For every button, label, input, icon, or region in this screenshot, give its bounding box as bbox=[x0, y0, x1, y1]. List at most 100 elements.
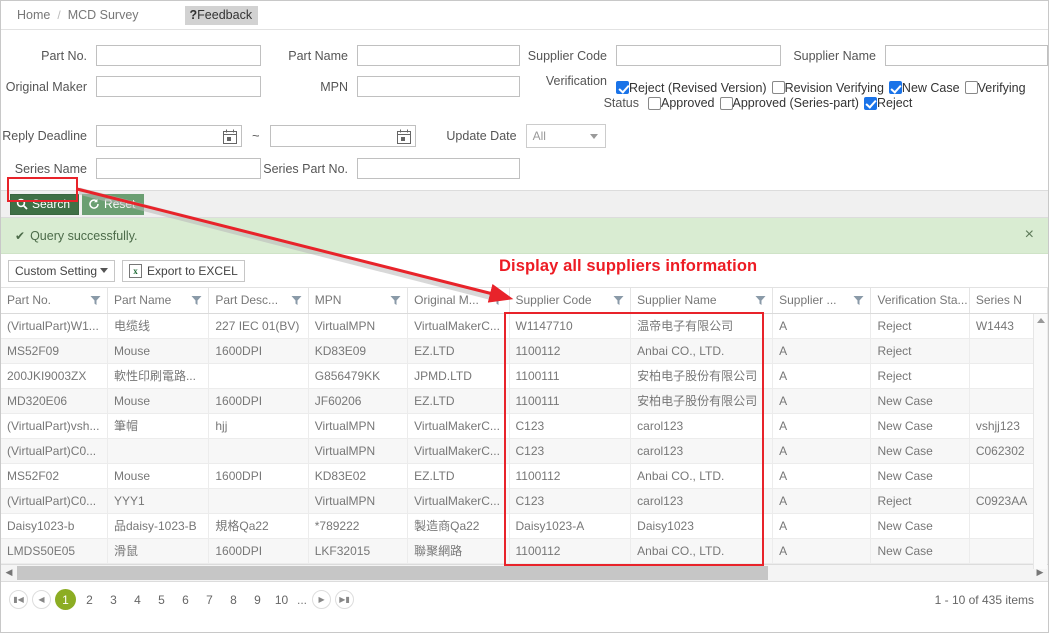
table-row[interactable]: (VirtualPart)vsh... 筆帽 hjj VirtualMPN Vi… bbox=[1, 413, 1049, 439]
pager-page-8[interactable]: 8 bbox=[223, 589, 244, 610]
filter-icon[interactable] bbox=[90, 295, 101, 306]
filter-icon[interactable] bbox=[390, 295, 401, 306]
column-header-original-maker[interactable]: Original M... bbox=[407, 288, 510, 314]
cell-part-no[interactable]: Daisy1023-b bbox=[1, 513, 108, 539]
filter-icon[interactable] bbox=[191, 295, 202, 306]
grid-horizontal-scrollbar[interactable]: ◀ ▶ bbox=[1, 563, 1048, 582]
close-icon[interactable]: × bbox=[1025, 227, 1034, 243]
column-header-supplier-name[interactable]: Supplier Name bbox=[630, 288, 774, 314]
reply-deadline-from-input[interactable] bbox=[96, 124, 242, 147]
checkbox-label-revision-verifying: Revision Verifying bbox=[784, 80, 884, 95]
scroll-left-icon[interactable]: ◀ bbox=[1, 567, 17, 578]
cell-part-no[interactable]: MS52F09 bbox=[1, 338, 108, 364]
pager-page-10[interactable]: 10 bbox=[271, 589, 292, 610]
pager-page-2[interactable]: 2 bbox=[79, 589, 100, 610]
breadcrumb-home[interactable]: Home bbox=[17, 8, 50, 22]
table-row[interactable]: Daisy1023-b 品daisy-1023-B 規格Qa22 *789222… bbox=[1, 513, 1049, 539]
update-date-select[interactable]: All bbox=[525, 123, 606, 148]
table-row[interactable]: LMDS50E05 滑鼠 1600DPI LKF32015 聯聚網路 11001… bbox=[1, 538, 1049, 564]
export-to-excel-button[interactable]: x Export to EXCEL bbox=[122, 259, 245, 282]
cell-original-maker: EZ.LTD bbox=[407, 463, 510, 489]
cell-original-maker: JPMD.LTD bbox=[407, 363, 510, 389]
action-button-bar: Search Reset bbox=[1, 190, 1048, 218]
reply-deadline-to-input[interactable] bbox=[269, 124, 416, 147]
form-row-1: Part No. Part Name Supplier Code Supplie… bbox=[1, 40, 1048, 71]
pager-last-button[interactable]: ▶▮ bbox=[335, 590, 355, 609]
column-header-part-name[interactable]: Part Name bbox=[107, 288, 210, 314]
filter-icon[interactable] bbox=[492, 295, 503, 306]
filter-icon[interactable] bbox=[613, 295, 624, 306]
pager-page-4[interactable]: 4 bbox=[127, 589, 148, 610]
table-row[interactable]: MS52F09 Mouse 1600DPI KD83E09 EZ.LTD 110… bbox=[1, 338, 1049, 364]
table-row[interactable]: MS52F02 Mouse 1600DPI KD83E02 EZ.LTD 110… bbox=[1, 463, 1049, 489]
filter-icon[interactable] bbox=[291, 295, 302, 306]
cell-part-no[interactable]: LMDS50E05 bbox=[1, 538, 108, 564]
cell-part-name: YYY1 bbox=[107, 488, 210, 514]
table-row[interactable]: 200JKI9003ZX 軟性印刷電路... G856479KK JPMD.LT… bbox=[1, 363, 1049, 389]
part-name-input[interactable] bbox=[357, 45, 520, 66]
series-name-input[interactable] bbox=[96, 158, 261, 179]
column-header-verification-status[interactable]: Verification Sta... bbox=[870, 288, 970, 314]
feedback-button[interactable]: ?Feedback bbox=[184, 5, 259, 25]
breadcrumb-separator: / bbox=[57, 8, 61, 22]
cell-part-no[interactable]: (VirtualPart)vsh... bbox=[1, 413, 108, 439]
column-header-supplier-extra[interactable]: Supplier ... bbox=[772, 288, 872, 314]
pager-page-7[interactable]: 7 bbox=[199, 589, 220, 610]
pager-page-5[interactable]: 5 bbox=[151, 589, 172, 610]
cell-supplier-code: C123 bbox=[509, 413, 632, 439]
column-label: Supplier Code bbox=[515, 293, 592, 308]
hscroll-thumb[interactable] bbox=[17, 565, 769, 580]
cell-part-no[interactable]: (VirtualPart)C0... bbox=[1, 488, 108, 514]
cell-part-no[interactable]: (VirtualPart)C0... bbox=[1, 438, 108, 464]
calendar-icon bbox=[223, 129, 237, 144]
supplier-code-input[interactable] bbox=[616, 45, 781, 66]
hscroll-track[interactable] bbox=[17, 565, 1032, 580]
checkbox-new-case[interactable] bbox=[888, 81, 902, 94]
cell-part-no[interactable]: (VirtualPart)W1... bbox=[1, 313, 108, 339]
filter-icon[interactable] bbox=[755, 295, 766, 306]
cell-part-desc: 1600DPI bbox=[208, 538, 309, 564]
scroll-up-icon[interactable] bbox=[1037, 318, 1045, 323]
search-icon bbox=[16, 198, 28, 210]
success-message-bar: ✔ Query successfully. × bbox=[1, 218, 1048, 254]
checkbox-reject[interactable] bbox=[863, 96, 877, 110]
column-header-part-desc[interactable]: Part Desc... bbox=[208, 288, 309, 314]
grid-vertical-scrollbar[interactable] bbox=[1033, 314, 1047, 569]
cell-part-name: Mouse bbox=[107, 388, 210, 414]
pager-page-9[interactable]: 9 bbox=[247, 589, 268, 610]
annotation-display-all-suppliers: Display all suppliers information bbox=[499, 257, 758, 275]
cell-part-no[interactable]: MD320E06 bbox=[1, 388, 108, 414]
cell-part-no[interactable]: MS52F02 bbox=[1, 463, 108, 489]
checkbox-approved-series-part[interactable] bbox=[719, 96, 733, 110]
cell-verification-status: Reject bbox=[870, 338, 970, 364]
pager-page-1[interactable]: 1 bbox=[55, 589, 76, 610]
series-part-no-input[interactable] bbox=[357, 158, 520, 179]
search-button[interactable]: Search bbox=[10, 193, 80, 215]
checkbox-verifying[interactable] bbox=[964, 81, 978, 94]
column-header-supplier-code[interactable]: Supplier Code bbox=[509, 288, 632, 314]
custom-setting-button[interactable]: Custom Setting bbox=[8, 259, 116, 282]
table-row[interactable]: (VirtualPart)C0... VirtualMPN VirtualMak… bbox=[1, 438, 1049, 464]
checkbox-revision-verifying[interactable] bbox=[771, 81, 785, 94]
column-header-series-name[interactable]: Series N bbox=[969, 288, 1049, 314]
column-header-mpn[interactable]: MPN bbox=[308, 288, 409, 314]
mpn-input[interactable] bbox=[357, 76, 520, 97]
pager-next-button[interactable]: ▶ bbox=[312, 590, 332, 609]
table-row[interactable]: MD320E06 Mouse 1600DPI JF60206 EZ.LTD 11… bbox=[1, 388, 1049, 414]
checkbox-approved[interactable] bbox=[648, 96, 661, 110]
checkbox-reject-revised-version[interactable] bbox=[616, 81, 629, 94]
table-row[interactable]: (VirtualPart)W1... 电缆线 227 IEC 01(BV) Vi… bbox=[1, 313, 1049, 339]
pager-prev-button[interactable]: ◀ bbox=[32, 590, 51, 609]
supplier-name-input[interactable] bbox=[885, 45, 1048, 66]
reset-button[interactable]: Reset bbox=[82, 193, 145, 215]
cell-part-no[interactable]: 200JKI9003ZX bbox=[1, 363, 108, 389]
pager-first-button[interactable]: ▮◀ bbox=[9, 590, 28, 609]
filter-icon[interactable] bbox=[853, 295, 864, 306]
column-header-part-no[interactable]: Part No. bbox=[1, 288, 108, 314]
original-maker-input[interactable] bbox=[96, 76, 261, 97]
pager-page-6[interactable]: 6 bbox=[175, 589, 196, 610]
table-row[interactable]: (VirtualPart)C0... YYY1 VirtualMPN Virtu… bbox=[1, 488, 1049, 514]
part-no-input[interactable] bbox=[96, 45, 261, 66]
label-verification: Verification bbox=[545, 74, 607, 88]
pager-page-3[interactable]: 3 bbox=[103, 589, 124, 610]
